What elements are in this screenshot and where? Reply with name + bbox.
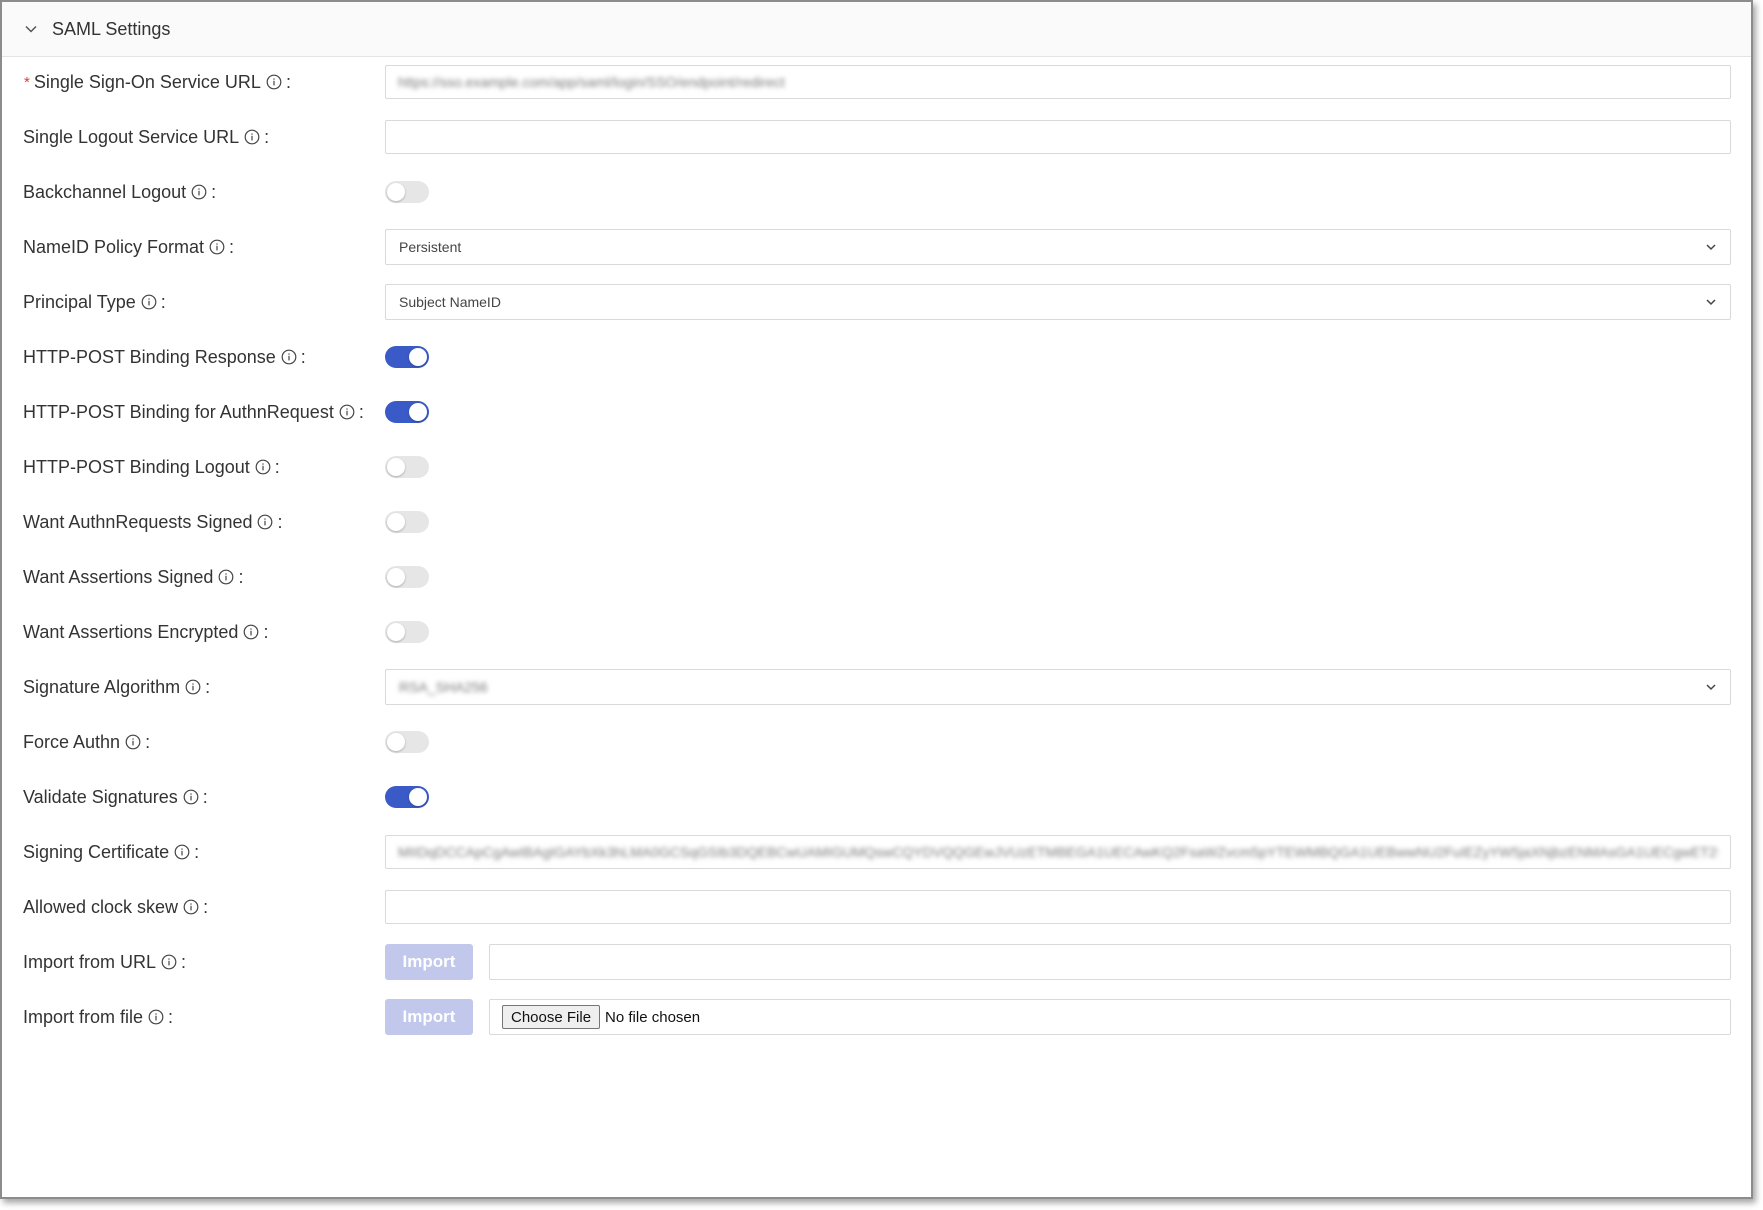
chevron-down-icon [1704, 240, 1718, 254]
want-assertions-signed-toggle[interactable] [385, 566, 429, 588]
clock-skew-row: Allowed clock skew : [2, 889, 1751, 925]
sso-url-row: * Single Sign-On Service URL : https://s… [2, 64, 1751, 100]
want-assertions-encrypted-toggle[interactable] [385, 621, 429, 643]
signature-algorithm-row: Signature Algorithm : RSA_SHA256 [2, 669, 1751, 705]
backchannel-logout-row: Backchannel Logout : [2, 174, 1751, 210]
info-icon[interactable] [125, 734, 141, 750]
backchannel-logout-label: Backchannel Logout : [23, 181, 217, 202]
info-icon[interactable] [148, 1009, 164, 1025]
force-authn-label: Force Authn : [23, 731, 151, 752]
info-icon[interactable] [266, 74, 282, 90]
clock-skew-input[interactable] [385, 890, 1731, 924]
nameid-policy-row: NameID Policy Format : Persistent [2, 229, 1751, 265]
post-binding-authn-row: HTTP-POST Binding for AuthnRequest : [2, 394, 1751, 430]
want-assertions-signed-label: Want Assertions Signed : [23, 566, 244, 587]
clock-skew-label: Allowed clock skew : [23, 896, 209, 917]
backchannel-logout-toggle[interactable] [385, 181, 429, 203]
sso-url-input[interactable]: https://sso.example.com/app/saml/login/S… [385, 65, 1731, 99]
import-file-button[interactable]: Import [385, 999, 473, 1035]
signing-certificate-row: Signing Certificate : MIIDqDCCApCgAwIBAg… [2, 834, 1751, 870]
post-binding-authn-toggle[interactable] [385, 401, 429, 423]
want-authn-signed-toggle[interactable] [385, 511, 429, 533]
post-binding-response-label: HTTP-POST Binding Response : [23, 346, 306, 367]
signing-certificate-input[interactable]: MIIDqDCCApCgAwIBAgIGAYbXk3hLMA0GCSqGSIb3… [385, 835, 1731, 869]
post-binding-logout-toggle[interactable] [385, 456, 429, 478]
info-icon[interactable] [244, 129, 260, 145]
import-url-label: Import from URL : [23, 951, 187, 972]
slo-url-label: Single Logout Service URL : [23, 126, 270, 147]
validate-signatures-row: Validate Signatures : [2, 779, 1751, 815]
post-binding-logout-label: HTTP-POST Binding Logout : [23, 456, 280, 477]
file-input: Choose File No file chosen [489, 999, 1731, 1035]
info-icon[interactable] [174, 844, 190, 860]
import-file-label: Import from file : [23, 1006, 174, 1027]
principal-type-select[interactable]: Subject NameID [385, 284, 1731, 320]
choose-file-button[interactable]: Choose File [502, 1005, 601, 1029]
info-icon[interactable] [161, 954, 177, 970]
principal-type-row: Principal Type : Subject NameID [2, 284, 1751, 320]
info-icon[interactable] [209, 239, 225, 255]
import-url-button[interactable]: Import [385, 944, 473, 980]
required-mark: * [24, 73, 30, 91]
info-icon[interactable] [257, 514, 273, 530]
slo-url-input[interactable] [385, 120, 1731, 154]
file-status: No file chosen [605, 1008, 701, 1026]
import-url-input[interactable] [489, 944, 1731, 980]
info-icon[interactable] [281, 349, 297, 365]
slo-url-row: Single Logout Service URL : [2, 119, 1751, 155]
want-authn-signed-row: Want AuthnRequests Signed : [2, 504, 1751, 540]
validate-signatures-toggle[interactable] [385, 786, 429, 808]
info-icon[interactable] [183, 789, 199, 805]
chevron-down-icon [1704, 295, 1718, 309]
post-binding-response-row: HTTP-POST Binding Response : [2, 339, 1751, 375]
panel-title: SAML Settings [52, 18, 171, 39]
signature-algorithm-select[interactable]: RSA_SHA256 [385, 669, 1731, 705]
import-file-row: Import from file : Import Choose File No… [2, 999, 1751, 1035]
info-icon[interactable] [185, 679, 201, 695]
info-icon[interactable] [218, 569, 234, 585]
want-assertions-encrypted-label: Want Assertions Encrypted : [23, 621, 269, 642]
force-authn-row: Force Authn : [2, 724, 1751, 760]
post-binding-authn-label: HTTP-POST Binding for AuthnRequest : [23, 401, 364, 422]
info-icon[interactable] [141, 294, 157, 310]
post-binding-logout-row: HTTP-POST Binding Logout : [2, 449, 1751, 485]
post-binding-response-toggle[interactable] [385, 346, 429, 368]
nameid-policy-label: NameID Policy Format : [23, 236, 235, 257]
info-icon[interactable] [243, 624, 259, 640]
info-icon[interactable] [191, 184, 207, 200]
info-icon[interactable] [183, 899, 199, 915]
signing-certificate-label: Signing Certificate : [23, 841, 200, 862]
validate-signatures-label: Validate Signatures : [23, 786, 208, 807]
nameid-policy-select[interactable]: Persistent [385, 229, 1731, 265]
chevron-down-icon[interactable] [22, 20, 40, 38]
import-url-row: Import from URL : Import [2, 944, 1751, 980]
want-assertions-signed-row: Want Assertions Signed : [2, 559, 1751, 595]
chevron-down-icon [1704, 680, 1718, 694]
sso-url-label: * Single Sign-On Service URL : [24, 71, 291, 92]
saml-settings-header[interactable]: SAML Settings [2, 2, 1751, 57]
want-authn-signed-label: Want AuthnRequests Signed : [23, 511, 283, 532]
want-assertions-encrypted-row: Want Assertions Encrypted : [2, 614, 1751, 650]
saml-settings-panel: SAML Settings * Single Sign-On Service U… [0, 0, 1753, 1199]
force-authn-toggle[interactable] [385, 731, 429, 753]
signature-algorithm-label: Signature Algorithm : [23, 676, 211, 697]
principal-type-label: Principal Type : [23, 291, 166, 312]
info-icon[interactable] [339, 404, 355, 420]
info-icon[interactable] [255, 459, 271, 475]
